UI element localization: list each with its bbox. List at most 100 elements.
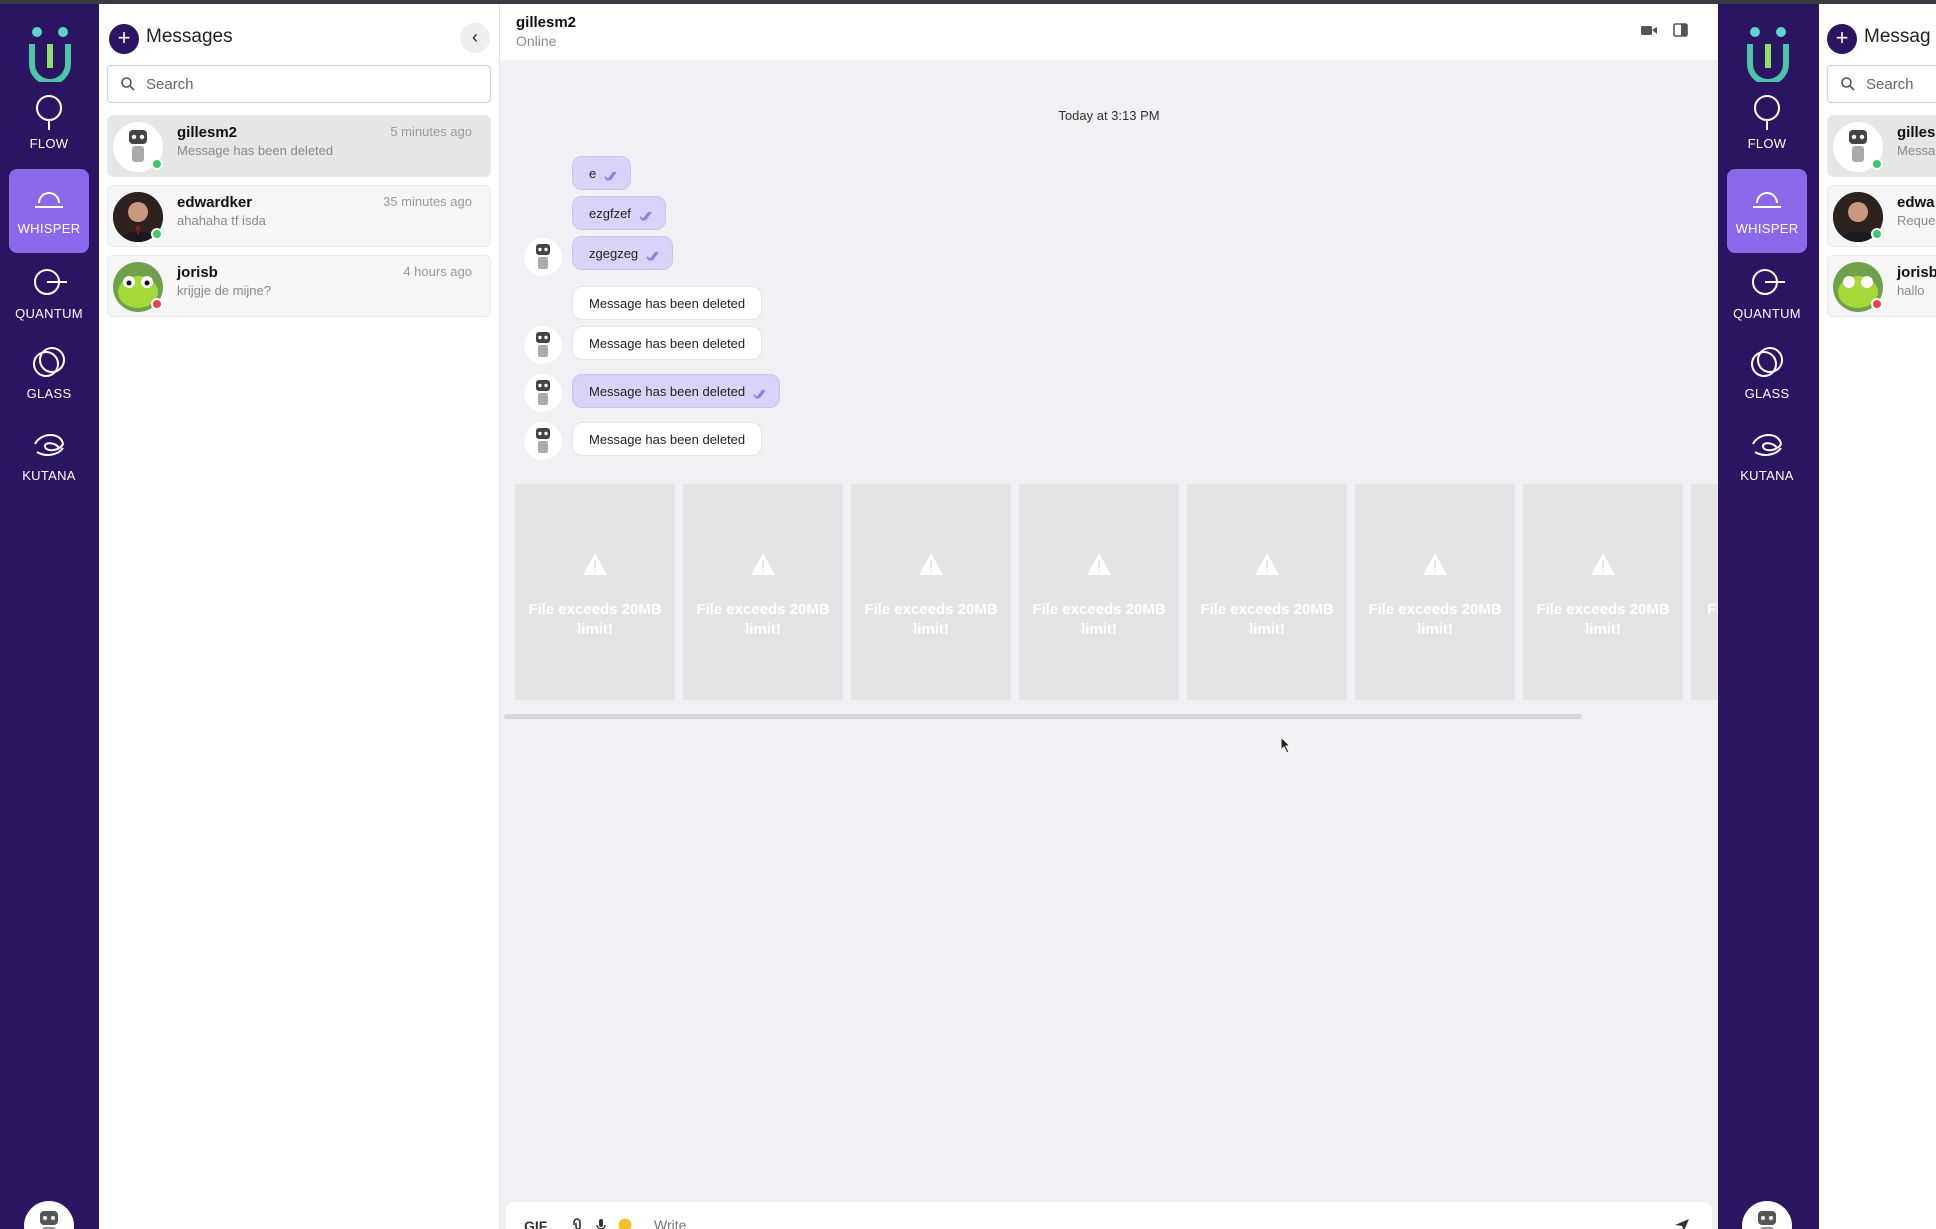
file-error-tile[interactable]: File exceeds 20MB limit! bbox=[683, 484, 843, 700]
file-error-tile[interactable]: File exceeds 20MB limit! bbox=[851, 484, 1011, 700]
app-logo-icon[interactable] bbox=[1742, 22, 1794, 82]
send-icon[interactable] bbox=[1674, 1218, 1690, 1229]
robot-avatar-icon bbox=[1758, 1211, 1776, 1229]
nav-item-flow[interactable]: FLOW bbox=[1727, 84, 1807, 168]
new-message-button[interactable]: + bbox=[1827, 24, 1857, 54]
conversation-preview: Message has been deleted bbox=[177, 143, 334, 158]
sender-avatar bbox=[524, 238, 562, 276]
attachment-icon[interactable] bbox=[570, 1218, 584, 1229]
search-input[interactable] bbox=[1866, 74, 1936, 94]
app-root: FLOW WHISPER QUANTUM GLASS KUTANA + Mess… bbox=[0, 0, 1936, 1229]
collapse-panel-button[interactable]: ‹ bbox=[460, 23, 490, 53]
file-error-tile[interactable]: File exceeds 20MB limit! bbox=[515, 484, 675, 700]
kutana-icon bbox=[34, 434, 65, 456]
video-call-icon[interactable] bbox=[1640, 22, 1658, 38]
message-text: Message has been deleted bbox=[589, 296, 746, 311]
file-error-tile[interactable]: File exceeds 20MB limit! bbox=[1187, 484, 1347, 700]
conversation-name: jorisb bbox=[1897, 264, 1936, 281]
nav-label: WHISPER bbox=[17, 221, 81, 236]
conversation-item-edwardker[interactable]: edwardker ahahaha tf isda 35 minutes ago bbox=[107, 185, 491, 247]
whisper-icon bbox=[35, 192, 63, 208]
conversation-name: gilles bbox=[1897, 124, 1936, 141]
busy-status-dot bbox=[1871, 298, 1883, 310]
message-bubble[interactable]: Message has been deleted bbox=[572, 374, 781, 408]
conversation-item[interactable]: edwa Reques bbox=[1827, 185, 1936, 247]
nav-item-glass[interactable]: GLASS bbox=[1727, 334, 1807, 418]
profile-avatar[interactable] bbox=[24, 1201, 74, 1229]
conversation-time: 4 hours ago bbox=[403, 264, 472, 279]
warning-icon bbox=[1591, 553, 1615, 575]
nav-item-kutana[interactable]: KUTANA bbox=[9, 416, 89, 500]
nav-item-flow[interactable]: FLOW bbox=[9, 84, 89, 168]
glass-icon bbox=[33, 347, 65, 377]
conversation-item-jorisb[interactable]: jorisb krijgje de mijne? 4 hours ago bbox=[107, 255, 491, 317]
file-error-text: File exceeds 20MB limit! bbox=[1536, 601, 1670, 638]
message-text: Message has been deleted bbox=[589, 336, 746, 351]
robot-avatar-icon bbox=[40, 1211, 58, 1229]
chat-header: gillesm2 Online bbox=[500, 4, 1718, 60]
message-composer: GIF bbox=[506, 1202, 1712, 1229]
nav-rail-secondary: FLOW WHISPER QUANTUM GLASS KUTANA bbox=[1718, 4, 1819, 1229]
file-error-tile[interactable]: File exceeds 20MB limit! bbox=[1355, 484, 1515, 700]
nav-item-kutana[interactable]: KUTANA bbox=[1727, 416, 1807, 500]
message-bubble[interactable]: Message has been deleted bbox=[572, 286, 763, 320]
conversation-item[interactable]: gilles Messa bbox=[1827, 115, 1936, 177]
nav-label: QUANTUM bbox=[1733, 306, 1801, 321]
search-box[interactable] bbox=[1827, 65, 1936, 103]
message-bubble[interactable]: Message has been deleted bbox=[572, 326, 763, 360]
file-error-tile[interactable]: File exceeds 20MB limit! bbox=[1523, 484, 1683, 700]
quantum-icon bbox=[34, 269, 67, 295]
glass-icon bbox=[1751, 347, 1783, 377]
new-message-button[interactable]: + bbox=[109, 24, 139, 54]
contact-name: gillesm2 bbox=[516, 14, 577, 31]
nav-item-quantum[interactable]: QUANTUM bbox=[1727, 254, 1807, 338]
conversation-name: jorisb bbox=[177, 264, 218, 281]
conversation-time: 5 minutes ago bbox=[390, 124, 472, 139]
microphone-icon[interactable] bbox=[594, 1218, 608, 1229]
nav-item-glass[interactable]: GLASS bbox=[9, 334, 89, 418]
whisper-icon bbox=[1753, 192, 1781, 208]
file-error-text: File exceeds 20MB limit! bbox=[1368, 601, 1502, 638]
warning-icon bbox=[1255, 553, 1279, 575]
file-error-tile-partial[interactable]: Fi bbox=[1691, 484, 1718, 700]
online-status-dot bbox=[1871, 228, 1883, 240]
emoji-icon[interactable] bbox=[618, 1218, 632, 1229]
message-bubble[interactable]: ezgfzef bbox=[572, 196, 666, 230]
read-check-icon bbox=[753, 389, 766, 400]
busy-status-dot bbox=[151, 298, 163, 310]
profile-avatar[interactable] bbox=[1742, 1201, 1792, 1229]
gif-button[interactable]: GIF bbox=[524, 1218, 547, 1229]
nav-label: KUTANA bbox=[1740, 468, 1794, 483]
nav-label: GLASS bbox=[26, 386, 72, 401]
conversation-item[interactable]: jorisb hallo bbox=[1827, 255, 1936, 317]
nav-item-whisper[interactable]: WHISPER bbox=[9, 169, 89, 253]
message-input[interactable] bbox=[654, 1216, 1454, 1229]
message-bubble[interactable]: e bbox=[572, 156, 632, 190]
app-logo-icon[interactable] bbox=[24, 22, 76, 82]
nav-item-whisper[interactable]: WHISPER bbox=[1727, 169, 1807, 253]
conversation-item-gillesm2[interactable]: gillesm2 Message has been deleted 5 minu… bbox=[107, 115, 491, 177]
search-input[interactable] bbox=[146, 74, 476, 94]
nav-label: QUANTUM bbox=[15, 306, 83, 321]
nav-item-quantum[interactable]: QUANTUM bbox=[9, 254, 89, 338]
conversation-preview: Messa bbox=[1897, 143, 1936, 158]
conversation-preview: ahahaha tf isda bbox=[177, 213, 266, 228]
search-box[interactable] bbox=[107, 65, 491, 103]
conversation-name: edwa bbox=[1897, 194, 1935, 211]
flow-icon bbox=[36, 95, 62, 130]
file-error-text: File exceeds 20MB limit! bbox=[1200, 601, 1334, 638]
nav-label: FLOW bbox=[29, 136, 69, 151]
conversation-time: 35 minutes ago bbox=[383, 194, 472, 209]
message-text: ezgfzef bbox=[589, 206, 631, 221]
chat-area: gillesm2 Online Today at 3:13 PM e ezgfz… bbox=[500, 4, 1718, 1229]
warning-icon bbox=[583, 553, 607, 575]
file-error-text: Fi bbox=[1707, 601, 1718, 618]
panel-title: Messages bbox=[146, 26, 233, 47]
horizontal-scrollbar[interactable] bbox=[504, 714, 1582, 719]
file-error-tile[interactable]: File exceeds 20MB limit! bbox=[1019, 484, 1179, 700]
file-error-text: File exceeds 20MB limit! bbox=[864, 601, 998, 638]
toggle-sidebar-icon[interactable] bbox=[1672, 22, 1690, 38]
message-bubble[interactable]: zgegzeg bbox=[572, 236, 674, 270]
conversation-preview: Reques bbox=[1897, 213, 1936, 228]
message-bubble[interactable]: Message has been deleted bbox=[572, 422, 763, 456]
